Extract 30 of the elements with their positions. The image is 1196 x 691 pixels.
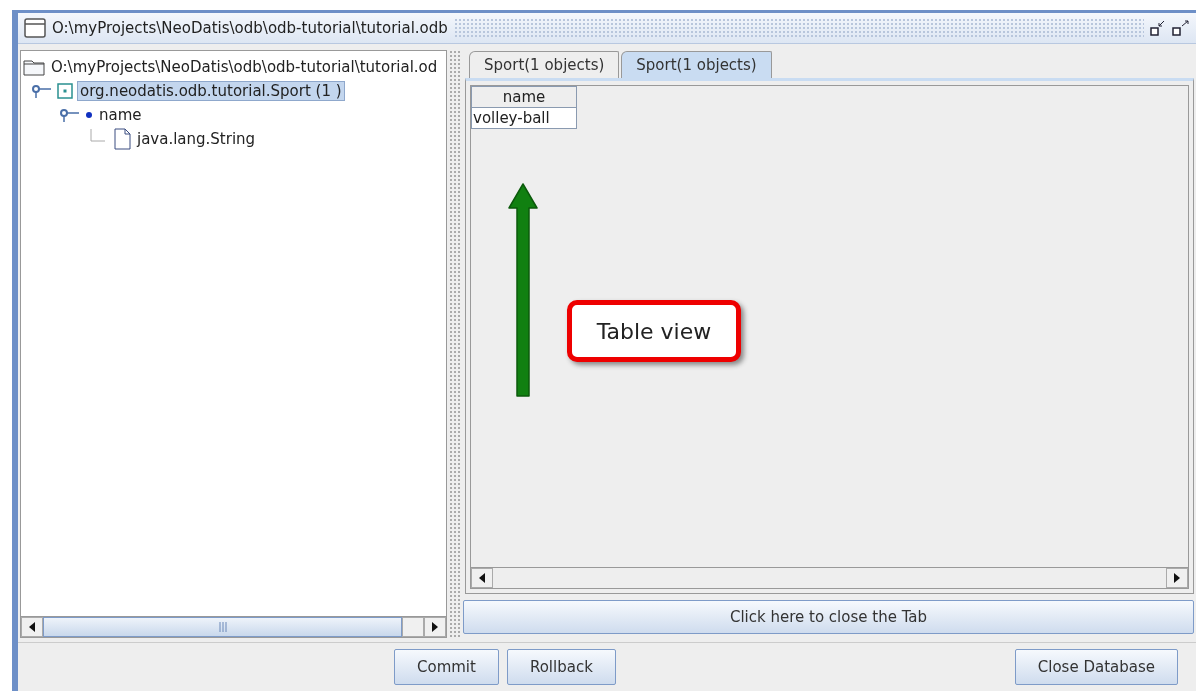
tree-item[interactable]: O:\myProjects\NeoDatis\odb\odb-tutorial\tutorial.od — [49, 58, 440, 76]
left-arrow-icon[interactable] — [479, 573, 485, 583]
close-database-button[interactable]: Close Database — [1014, 649, 1178, 685]
dot-icon — [85, 111, 93, 119]
tree-handle-icon[interactable] — [59, 108, 81, 122]
window-title: O:\myProjects\NeoDatis\odb\odb-tutorial\tutorial.odb — [52, 19, 448, 37]
tab[interactable]: Sport(1 objects) — [469, 51, 620, 78]
annotation-callout: Table view — [567, 300, 741, 362]
horizontal-scrollbar[interactable] — [471, 567, 1188, 588]
tree-item[interactable]: org.neodatis.odb.tutorial.Sport (1 ) — [77, 81, 345, 101]
class-icon — [57, 83, 73, 99]
folder-icon — [23, 58, 45, 76]
left-arrow-icon[interactable] — [29, 622, 35, 632]
close-tab-button[interactable]: Click here to close the Tab — [463, 600, 1194, 634]
column-header[interactable]: name — [471, 86, 577, 108]
file-icon — [113, 128, 131, 150]
tree-handle-icon[interactable] — [31, 84, 53, 98]
tab[interactable]: Sport(1 objects) — [621, 51, 772, 78]
tree-item[interactable]: java.lang.String — [135, 130, 258, 148]
right-arrow-icon[interactable] — [1174, 573, 1180, 583]
table-cell: volley-ball — [471, 107, 577, 129]
grip-icon[interactable] — [218, 622, 227, 632]
window-icon — [24, 18, 46, 38]
right-arrow-icon[interactable] — [432, 622, 438, 632]
minimize-icon[interactable] — [1150, 20, 1166, 36]
maximize-icon[interactable] — [1172, 20, 1190, 36]
action-button[interactable]: Commit — [394, 649, 499, 685]
tree-item[interactable]: name — [97, 106, 144, 124]
action-button[interactable]: Rollback — [506, 649, 616, 685]
horizontal-scrollbar[interactable] — [21, 616, 446, 637]
